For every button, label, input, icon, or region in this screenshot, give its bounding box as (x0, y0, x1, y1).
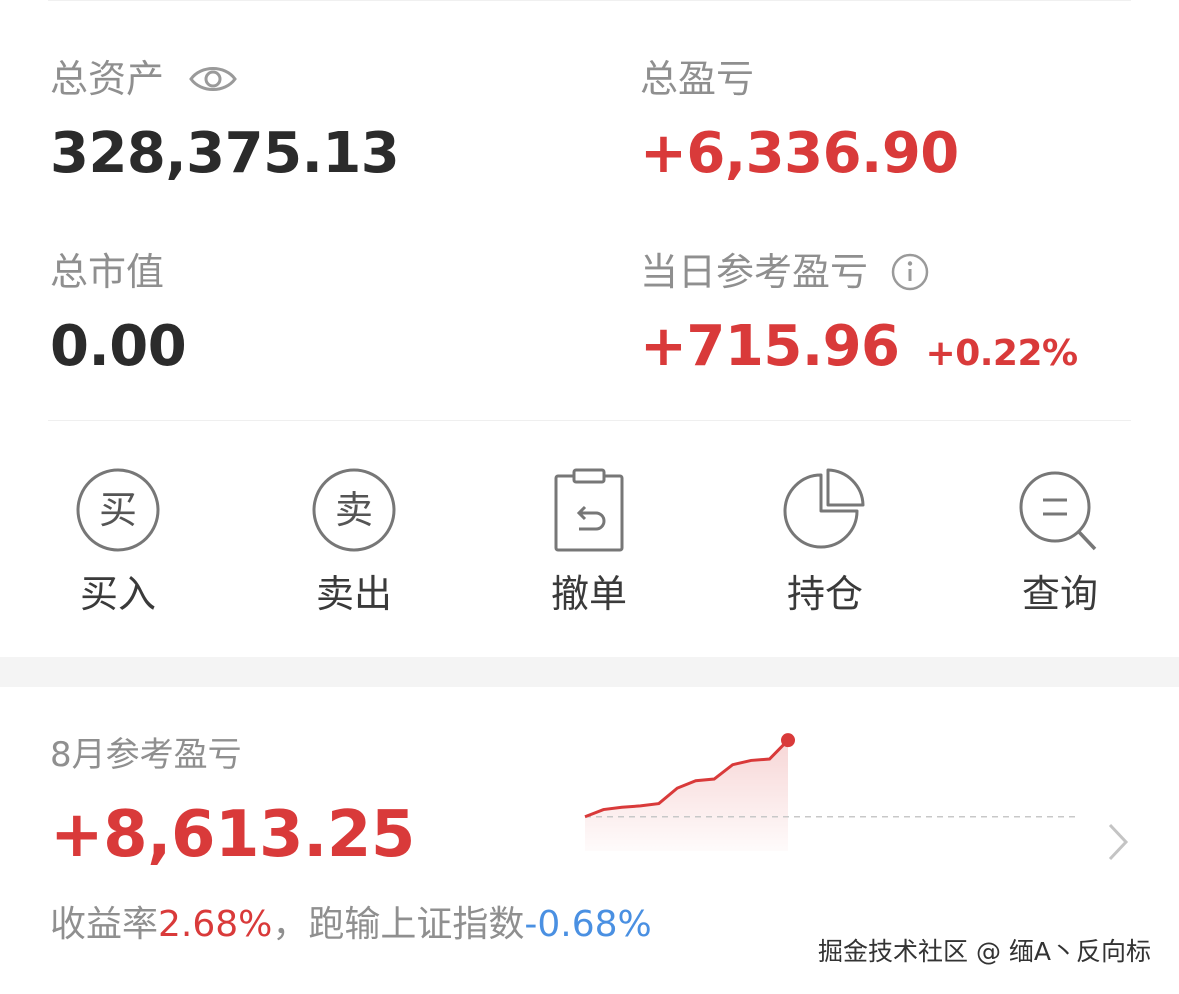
total-assets-block: 总资产 328,375.13 (50, 55, 400, 189)
eye-icon[interactable] (188, 61, 238, 97)
quick-actions: 买 买入 卖 卖出 撤单 持仓 查询 (0, 460, 1179, 635)
total-pnl-block: 总盈亏 +6,336.90 (640, 55, 959, 189)
monthly-pnl-card[interactable]: 8月参考盈亏 +8,613.25 收益率2.68%，跑输上证指数-0.68% 2… (0, 687, 1179, 994)
total-assets-value: 328,375.13 (50, 121, 400, 186)
total-pnl-value: +6,336.90 (640, 121, 959, 186)
sparkline-area (585, 740, 788, 851)
buy-icon-glyph: 买 (99, 488, 137, 532)
market-value-value: 0.00 (50, 314, 187, 379)
cancel-order-label: 撤单 (550, 572, 627, 616)
return-rate-label: 收益率 (50, 904, 159, 945)
sell-button[interactable]: 卖 卖出 (264, 460, 444, 622)
sell-icon: 卖 (264, 460, 444, 560)
sell-icon-glyph: 卖 (335, 488, 373, 532)
monthly-pnl-title: 8月参考盈亏 (50, 735, 242, 775)
daily-pnl-block: 当日参考盈亏 +715.96 +0.22% (640, 248, 1078, 389)
sell-label: 卖出 (315, 572, 392, 616)
daily-pnl-value: +715.96 (640, 314, 900, 379)
section-divider (48, 420, 1131, 421)
return-rate-value: 2.68% (158, 904, 273, 945)
buy-label: 买入 (79, 572, 156, 616)
search-icon (970, 460, 1150, 560)
sparkline-end-dot (781, 733, 795, 748)
total-assets-label: 总资产 (50, 57, 165, 101)
top-divider (48, 0, 1131, 1)
info-icon[interactable] (890, 252, 930, 292)
monthly-sparkline: 2.68% (584, 731, 1075, 851)
watermark: 掘金技术社区 @ 缅A丶反向标 (818, 937, 1151, 966)
query-label: 查询 (1021, 572, 1098, 616)
cancel-order-button[interactable]: 撤单 (499, 460, 679, 622)
positions-button[interactable]: 持仓 (735, 460, 915, 622)
benchmark-label: ，跑输上证指数 (272, 904, 525, 945)
monthly-return-line: 收益率2.68%，跑输上证指数-0.68% (50, 900, 652, 950)
cancel-order-icon (499, 460, 679, 560)
query-button[interactable]: 查询 (970, 460, 1150, 622)
section-gap (0, 657, 1179, 687)
daily-pnl-label: 当日参考盈亏 (640, 250, 869, 294)
chevron-right-icon[interactable] (1100, 817, 1134, 871)
benchmark-diff-value: -0.68% (524, 904, 652, 945)
buy-button[interactable]: 买 买入 (28, 460, 208, 622)
monthly-pnl-value: +8,613.25 (50, 798, 415, 872)
positions-label: 持仓 (786, 572, 863, 616)
sparkline-end-label: 2.68% (773, 731, 856, 733)
market-value-block: 总市值 0.00 (50, 248, 187, 382)
total-pnl-label: 总盈亏 (640, 57, 755, 101)
daily-pnl-percent: +0.22% (925, 333, 1079, 374)
market-value-label: 总市值 (50, 250, 165, 294)
pie-chart-icon (735, 460, 915, 560)
buy-icon: 买 (28, 460, 208, 560)
asset-summary: 总资产 328,375.13 总盈亏 +6,336.90 总市值 0.00 当日… (50, 55, 1130, 395)
